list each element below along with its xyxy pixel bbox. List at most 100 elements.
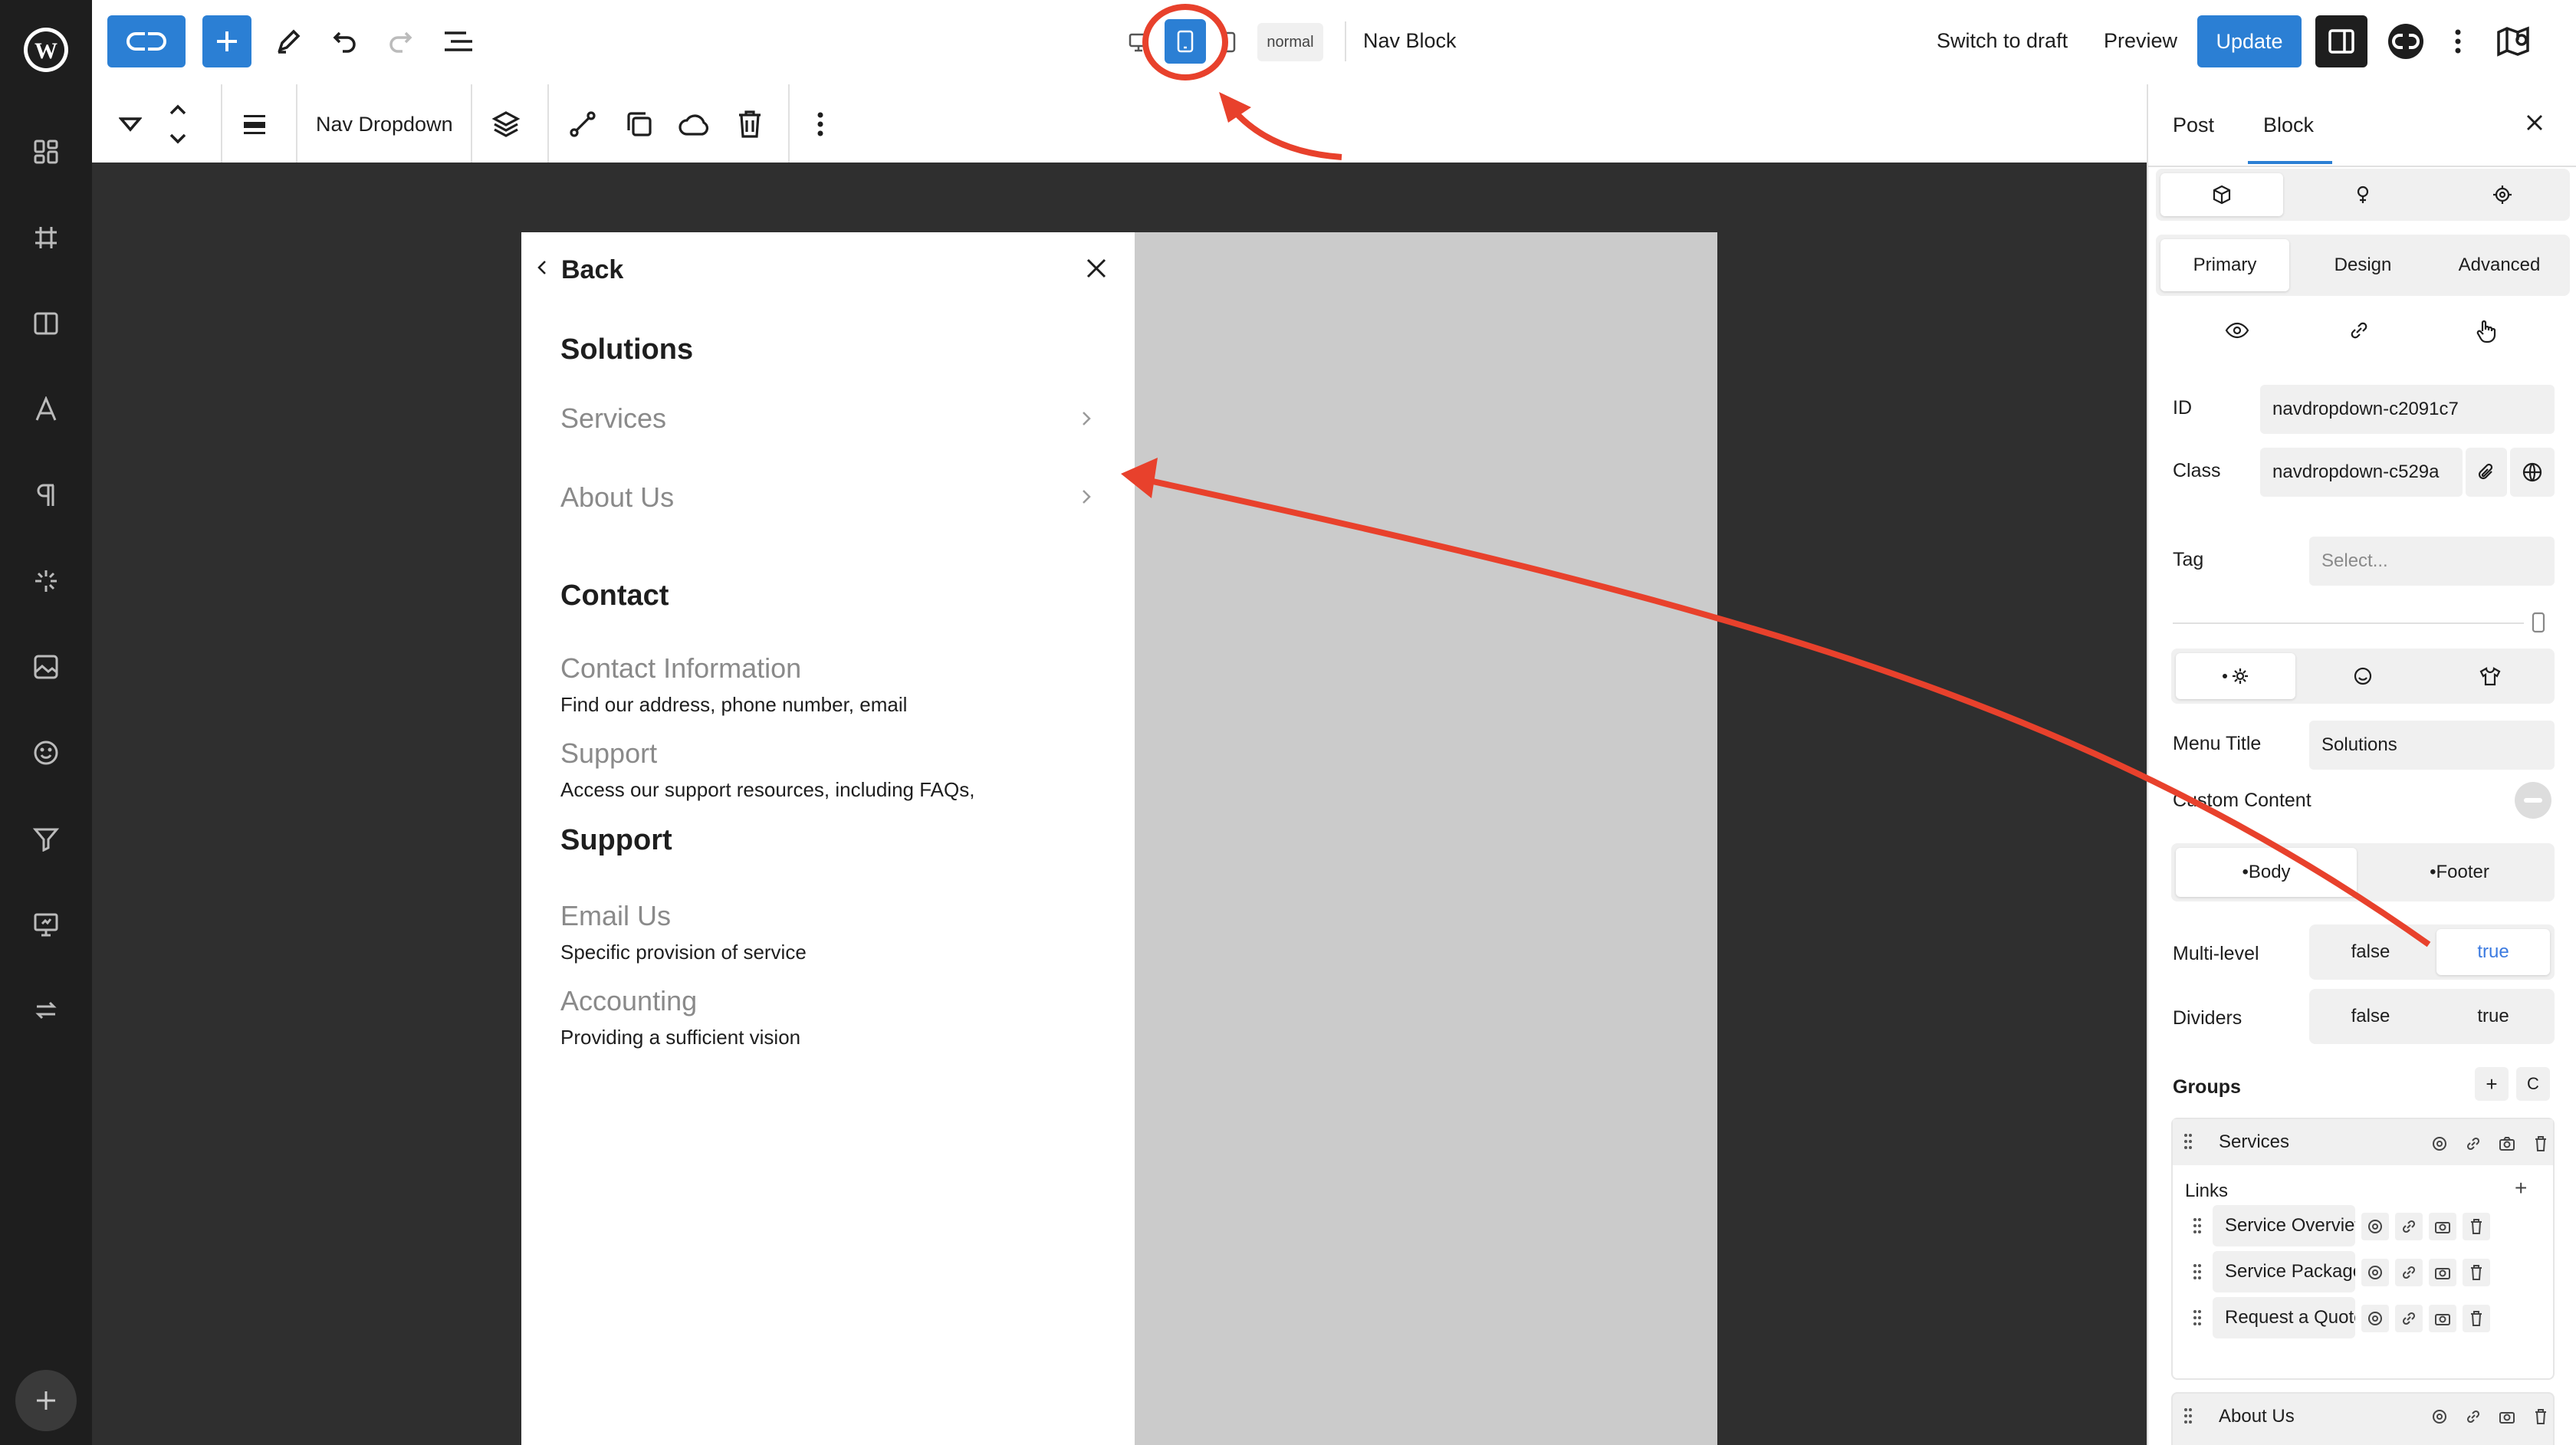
drag-handle-icon[interactable] bbox=[2183, 1133, 2193, 1150]
chevron-left-icon[interactable] bbox=[537, 258, 552, 278]
link-icon[interactable] bbox=[2395, 1305, 2423, 1332]
dividers-true[interactable]: true bbox=[2436, 993, 2550, 1039]
multilevel-true[interactable]: true bbox=[2436, 929, 2550, 975]
block-settings-tab[interactable] bbox=[2160, 173, 2283, 216]
camera-icon[interactable] bbox=[2429, 1305, 2456, 1332]
link-item[interactable]: Request a Quote bbox=[2213, 1297, 2355, 1338]
more-vertical-icon[interactable] bbox=[805, 107, 836, 141]
group-title[interactable]: About Us bbox=[2219, 1406, 2295, 1427]
add-group-button[interactable]: + bbox=[2475, 1067, 2509, 1101]
subtab-primary[interactable]: Primary bbox=[2160, 239, 2289, 291]
typography-icon[interactable] bbox=[28, 391, 64, 428]
layers-icon[interactable] bbox=[488, 106, 524, 143]
chevron-right-icon[interactable] bbox=[1081, 410, 1092, 427]
plugin-logo-icon[interactable] bbox=[2384, 20, 2427, 63]
undo-icon[interactable] bbox=[327, 23, 363, 60]
dashboard-icon[interactable] bbox=[28, 133, 64, 170]
subtab-advanced[interactable]: Advanced bbox=[2435, 239, 2564, 291]
group-title[interactable]: Services bbox=[2219, 1131, 2289, 1153]
plus-circle-icon[interactable] bbox=[15, 1370, 77, 1431]
gear-icon[interactable] bbox=[2426, 1403, 2453, 1430]
copy-group-button[interactable]: C bbox=[2516, 1067, 2550, 1101]
link-icon[interactable] bbox=[564, 106, 601, 143]
hand-pointer-icon[interactable] bbox=[2475, 319, 2498, 343]
document-title[interactable]: Nav Block bbox=[1363, 29, 1457, 53]
camera-icon[interactable] bbox=[2429, 1213, 2456, 1240]
globe-icon[interactable] bbox=[2510, 448, 2555, 497]
trash-icon[interactable] bbox=[2463, 1213, 2490, 1240]
close-icon[interactable] bbox=[1085, 257, 1109, 281]
switch-to-draft-button[interactable]: Switch to draft bbox=[1937, 29, 2068, 53]
map-help-icon[interactable] bbox=[2492, 20, 2535, 63]
cloud-icon[interactable] bbox=[676, 106, 713, 143]
chevron-down-icon[interactable] bbox=[113, 107, 147, 141]
tab-block[interactable]: Block bbox=[2263, 113, 2314, 137]
gear-icon[interactable] bbox=[2361, 1213, 2389, 1240]
image-icon[interactable] bbox=[28, 649, 64, 685]
filter-icon[interactable] bbox=[28, 820, 64, 857]
redo-icon[interactable] bbox=[382, 23, 419, 60]
nav-item-title[interactable]: Contact Information bbox=[560, 652, 801, 685]
mobile-icon[interactable] bbox=[1210, 23, 1248, 61]
gear-icon[interactable] bbox=[2361, 1259, 2389, 1286]
drag-handle-icon[interactable] bbox=[2183, 1407, 2193, 1424]
nav-item-about-us[interactable]: About Us bbox=[560, 481, 674, 514]
menu-title-field[interactable]: Solutions bbox=[2309, 721, 2555, 770]
duplicate-icon[interactable] bbox=[621, 106, 658, 143]
align-icon[interactable] bbox=[238, 107, 271, 141]
chevron-right-icon[interactable] bbox=[1081, 488, 1092, 505]
drag-handle-icon[interactable] bbox=[2193, 1263, 2202, 1280]
eye-icon[interactable] bbox=[2225, 322, 2249, 339]
trash-icon[interactable] bbox=[2527, 1130, 2555, 1158]
multilevel-false[interactable]: false bbox=[2314, 929, 2427, 975]
presentation-icon[interactable] bbox=[28, 906, 64, 943]
back-link[interactable]: Back bbox=[561, 255, 623, 285]
update-button[interactable]: Update bbox=[2197, 15, 2302, 67]
shirt-icon[interactable] bbox=[2430, 653, 2550, 699]
trash-icon[interactable] bbox=[2463, 1305, 2490, 1332]
nav-item-services[interactable]: Services bbox=[560, 402, 666, 435]
site-logo-icon[interactable] bbox=[107, 15, 186, 67]
target-tab-icon[interactable] bbox=[2441, 173, 2564, 216]
smile-icon[interactable] bbox=[2303, 653, 2423, 699]
nav-item-title[interactable]: Email Us bbox=[560, 900, 671, 932]
close-icon[interactable] bbox=[2525, 113, 2544, 132]
sync-icon[interactable] bbox=[28, 992, 64, 1029]
id-field[interactable]: navdropdown-c2091c7 bbox=[2260, 385, 2555, 434]
gear-icon[interactable] bbox=[2361, 1305, 2389, 1332]
class-field[interactable]: navdropdown-c529a bbox=[2260, 448, 2463, 497]
sparkle-icon[interactable] bbox=[28, 563, 64, 599]
paperclip-icon[interactable] bbox=[2466, 448, 2507, 497]
link-icon[interactable] bbox=[2459, 1403, 2487, 1430]
drag-handle-icon[interactable] bbox=[2193, 1309, 2202, 1326]
pencil-icon[interactable] bbox=[270, 23, 307, 60]
block-name[interactable]: Nav Dropdown bbox=[316, 113, 453, 136]
link-icon[interactable] bbox=[2459, 1130, 2487, 1158]
tablet-icon[interactable] bbox=[1165, 19, 1206, 64]
minus-circle-icon[interactable] bbox=[2515, 782, 2551, 819]
tab-body[interactable]: •Body bbox=[2176, 848, 2357, 897]
gear-icon[interactable] bbox=[2426, 1130, 2453, 1158]
mobile-device-icon[interactable] bbox=[2532, 612, 2545, 633]
more-vertical-icon[interactable] bbox=[2443, 23, 2473, 60]
trash-icon[interactable] bbox=[2463, 1259, 2490, 1286]
nav-item-title[interactable]: Support bbox=[560, 737, 657, 770]
trash-icon[interactable] bbox=[2527, 1403, 2555, 1430]
nav-item-title[interactable]: Accounting bbox=[560, 985, 697, 1017]
brush-tab-icon[interactable] bbox=[2302, 173, 2424, 216]
subtab-design[interactable]: Design bbox=[2298, 239, 2427, 291]
settings-tab-icon[interactable] bbox=[2176, 653, 2295, 699]
link-icon[interactable] bbox=[2395, 1213, 2423, 1240]
link-icon[interactable] bbox=[2348, 319, 2371, 342]
link-icon[interactable] bbox=[2395, 1259, 2423, 1286]
desktop-icon[interactable] bbox=[1119, 23, 1158, 61]
paragraph-icon[interactable] bbox=[28, 477, 64, 514]
drag-handle-icon[interactable] bbox=[2193, 1217, 2202, 1234]
grid-icon[interactable] bbox=[28, 219, 64, 256]
link-item[interactable]: Service Package bbox=[2213, 1251, 2355, 1292]
settings-sidebar-icon[interactable] bbox=[2315, 15, 2367, 67]
link-item[interactable]: Service Overview bbox=[2213, 1205, 2355, 1246]
dividers-false[interactable]: false bbox=[2314, 993, 2427, 1039]
add-block-icon[interactable] bbox=[202, 15, 251, 67]
tag-select[interactable]: Select... bbox=[2309, 537, 2555, 586]
